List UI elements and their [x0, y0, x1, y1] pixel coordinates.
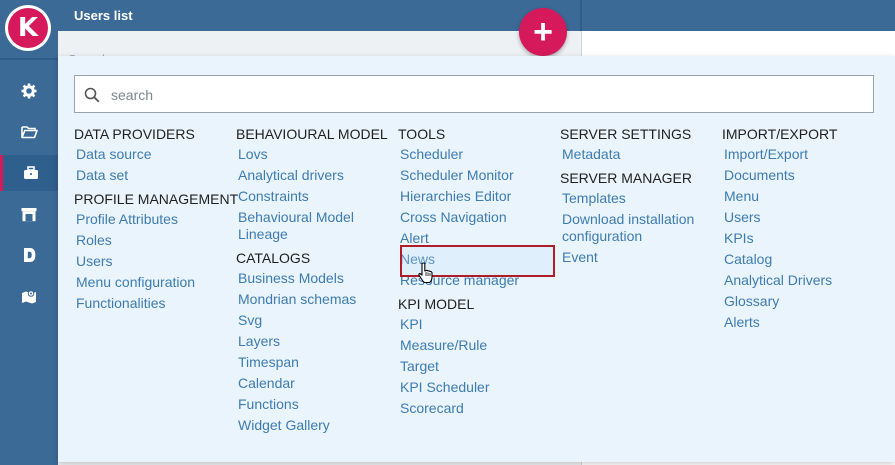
- menu-search-input[interactable]: [109, 84, 853, 106]
- sidebar-divider: [0, 58, 58, 60]
- menu-item-lovs[interactable]: Lovs: [238, 146, 388, 163]
- menu-item-alerts[interactable]: Alerts: [724, 314, 837, 331]
- group-catalogs: CATALOGS Business Models Mondrian schema…: [236, 250, 388, 434]
- menu-item-users[interactable]: Users: [76, 253, 238, 270]
- menu-column-2: BEHAVIOURAL MODEL Lovs Analytical driver…: [236, 126, 388, 441]
- menu-item-event[interactable]: Event: [562, 249, 712, 266]
- menu-item-import-export[interactable]: Import/Export: [724, 146, 837, 163]
- group-heading: IMPORT/EXPORT: [722, 126, 838, 142]
- menu-item-templates[interactable]: Templates: [562, 190, 712, 207]
- menu-item-roles[interactable]: Roles: [76, 232, 238, 249]
- menu-item-glossary[interactable]: Glossary: [724, 293, 837, 310]
- top-toolbar: Users list: [58, 0, 895, 31]
- menu-item-behavioural-model-lineage[interactable]: Behavioural Model Lineage: [238, 209, 388, 243]
- menu-item-business-models[interactable]: Business Models: [238, 270, 388, 287]
- menu-item-cross-navigation[interactable]: Cross Navigation: [400, 209, 550, 226]
- warehouse-icon[interactable]: [0, 196, 58, 232]
- folder-open-icon[interactable]: [0, 114, 58, 150]
- menu-item-svg[interactable]: Svg: [238, 312, 388, 329]
- group-heading: TOOLS: [398, 126, 446, 142]
- group-import-export: IMPORT/EXPORT Import/Export Documents Me…: [722, 126, 837, 331]
- menu-column-5: IMPORT/EXPORT Import/Export Documents Me…: [722, 126, 837, 338]
- logo-letter: K: [17, 13, 39, 43]
- group-heading: CATALOGS: [236, 250, 311, 266]
- document-d-icon[interactable]: [0, 237, 58, 273]
- menu-item-kpi-scheduler[interactable]: KPI Scheduler: [400, 379, 550, 396]
- group-server-settings: SERVER SETTINGS Metadata: [560, 126, 712, 163]
- menu-item-data-set[interactable]: Data set: [76, 167, 238, 184]
- group-heading: PROFILE MANAGEMENT: [74, 191, 239, 207]
- left-sidebar: K: [0, 0, 58, 465]
- menu-search-box: [74, 75, 874, 113]
- menu-item-scheduler-monitor[interactable]: Scheduler Monitor: [400, 167, 550, 184]
- menu-item-users-export[interactable]: Users: [724, 209, 837, 226]
- menu-item-download-installation-configuration[interactable]: Download installation configuration: [562, 211, 712, 245]
- menu-item-target[interactable]: Target: [400, 358, 550, 375]
- map-icon[interactable]: [0, 278, 58, 314]
- hand-pointer-icon: [418, 262, 434, 289]
- gear-icon[interactable]: [0, 73, 58, 109]
- menu-item-calendar[interactable]: Calendar: [238, 375, 388, 392]
- add-button[interactable]: +: [519, 8, 567, 56]
- page-title: Users list: [74, 8, 133, 23]
- menu-column-1: DATA PROVIDERS Data source Data set PROF…: [74, 126, 238, 319]
- menu-item-functionalities[interactable]: Functionalities: [76, 295, 238, 312]
- menu-item-functions[interactable]: Functions: [238, 396, 388, 413]
- menu-item-menu[interactable]: Menu: [724, 188, 837, 205]
- menu-item-alert[interactable]: Alert: [400, 230, 550, 247]
- add-button-label: +: [533, 12, 553, 51]
- group-behavioural-model: BEHAVIOURAL MODEL Lovs Analytical driver…: [236, 126, 388, 243]
- toolbar-separator: [580, 0, 582, 31]
- group-heading: KPI MODEL: [398, 296, 475, 312]
- briefcase-icon[interactable]: [0, 155, 58, 191]
- menu-item-analytical-drivers[interactable]: Analytical drivers: [238, 167, 388, 184]
- menu-item-catalog[interactable]: Catalog: [724, 251, 837, 268]
- group-heading: SERVER MANAGER: [560, 170, 692, 186]
- menu-item-scorecard[interactable]: Scorecard: [400, 400, 550, 417]
- menu-item-widget-gallery[interactable]: Widget Gallery: [238, 417, 388, 434]
- menu-column-4: SERVER SETTINGS Metadata SERVER MANAGER …: [560, 126, 712, 273]
- group-server-manager: SERVER MANAGER Templates Download instal…: [560, 170, 712, 266]
- menu-item-profile-attributes[interactable]: Profile Attributes: [76, 211, 238, 228]
- menu-item-timespan[interactable]: Timespan: [238, 354, 388, 371]
- group-kpi-model: KPI MODEL KPI Measure/Rule Target KPI Sc…: [398, 296, 550, 417]
- menu-item-measure-rule[interactable]: Measure/Rule: [400, 337, 550, 354]
- menu-item-kpi[interactable]: KPI: [400, 316, 550, 333]
- group-data-providers: DATA PROVIDERS Data source Data set: [74, 126, 238, 184]
- menu-item-layers[interactable]: Layers: [238, 333, 388, 350]
- group-heading: BEHAVIOURAL MODEL: [236, 126, 388, 142]
- menu-item-scheduler[interactable]: Scheduler: [400, 146, 550, 163]
- menu-item-constraints[interactable]: Constraints: [238, 188, 388, 205]
- group-profile-management: PROFILE MANAGEMENT Profile Attributes Ro…: [74, 191, 238, 312]
- menu-item-mondrian-schemas[interactable]: Mondrian schemas: [238, 291, 388, 308]
- technical-menu-panel: DATA PROVIDERS Data source Data set PROF…: [58, 56, 895, 462]
- menu-item-metadata[interactable]: Metadata: [562, 146, 712, 163]
- menu-item-kpis[interactable]: KPIs: [724, 230, 837, 247]
- menu-item-documents[interactable]: Documents: [724, 167, 837, 184]
- menu-item-data-source[interactable]: Data source: [76, 146, 238, 163]
- menu-item-menu-configuration[interactable]: Menu configuration: [76, 274, 238, 291]
- search-icon: [84, 87, 100, 108]
- menu-item-analytical-drivers-export[interactable]: Analytical Drivers: [724, 272, 837, 289]
- group-heading: DATA PROVIDERS: [74, 126, 195, 142]
- group-heading: SERVER SETTINGS: [560, 126, 692, 142]
- menu-item-hierarchies-editor[interactable]: Hierarchies Editor: [400, 188, 550, 205]
- knowage-logo[interactable]: K: [5, 5, 51, 51]
